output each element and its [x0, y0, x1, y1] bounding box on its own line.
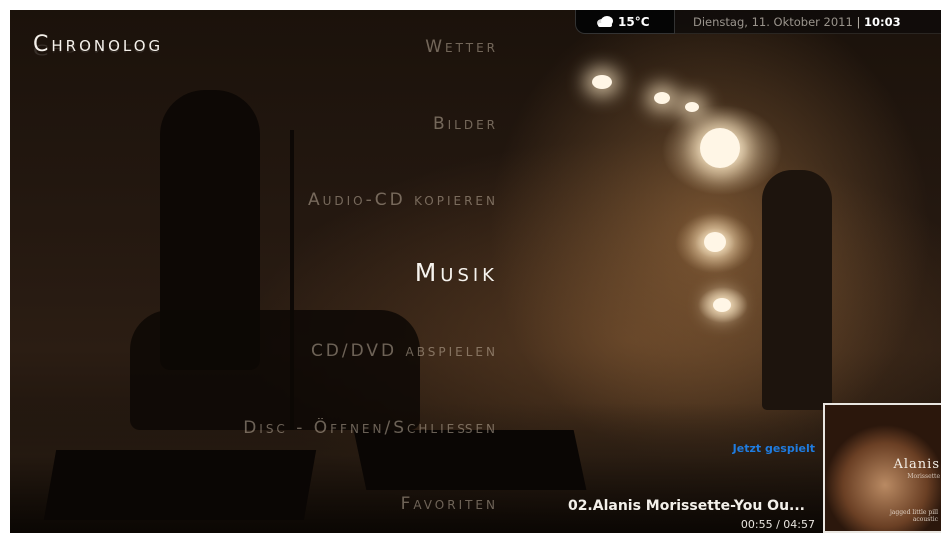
- media-center-screen: Chronolog Chronolog Wetter Bilder Audio-…: [10, 10, 941, 533]
- stage-light-6: [713, 298, 731, 312]
- temperature: 15°C: [618, 15, 650, 29]
- drum-kit: [130, 310, 420, 430]
- album-art-artist: Alanis: [893, 457, 940, 472]
- album-art-album: Morissette: [907, 473, 940, 480]
- menu-item-bilder[interactable]: Bilder: [433, 114, 498, 134]
- stage-light-3: [685, 102, 699, 112]
- stage-light-5: [704, 232, 726, 252]
- time: 10:03: [864, 15, 901, 29]
- date: Dienstag, 11. Oktober 2011: [693, 15, 853, 29]
- album-art[interactable]: Alanis Morissette jagged little pill aco…: [823, 403, 941, 533]
- track-duration: 04:57: [783, 518, 815, 531]
- cloud-icon: [597, 16, 613, 27]
- status-bar: 15°C Dienstag, 11. Oktober 2011 | 10:03: [575, 10, 941, 34]
- stage-light-1: [592, 75, 612, 89]
- now-playing-label: Jetzt gespielt: [732, 442, 815, 455]
- date-time-separator: |: [856, 15, 861, 29]
- now-playing-time: 00:55 / 04:57: [625, 518, 815, 531]
- stage-light-2: [654, 92, 670, 104]
- menu-item-disc-oeffnen-schliessen[interactable]: Disc - Öffnen/Schließen: [198, 418, 498, 438]
- clock-widget: Dienstag, 11. Oktober 2011 | 10:03: [675, 10, 941, 34]
- menu-item-wetter[interactable]: Wetter: [425, 37, 498, 57]
- menu-item-favoriten[interactable]: Favoriten: [401, 494, 498, 514]
- album-art-footer: jagged little pill acoustic: [890, 509, 938, 523]
- stage-light-4: [700, 128, 740, 168]
- menu-item-audio-cd-kopieren[interactable]: Audio-CD kopieren: [308, 190, 498, 210]
- menu-item-cd-dvd-abspielen[interactable]: CD/DVD abspielen: [311, 341, 498, 361]
- menu-item-musik[interactable]: Musik: [415, 258, 498, 287]
- album-art-footer-line2: acoustic: [912, 516, 938, 523]
- keyboardist-silhouette: [762, 170, 832, 410]
- datetime: Dienstag, 11. Oktober 2011 | 10:03: [693, 15, 901, 29]
- weather-widget[interactable]: 15°C: [575, 10, 675, 34]
- stage-monitor-left: [43, 450, 317, 520]
- time-separator: /: [776, 518, 780, 531]
- stage-monitor-center: [353, 430, 587, 490]
- album-art-footer-line1: jagged little pill: [889, 509, 938, 516]
- now-playing-track[interactable]: 02.Alanis Morissette-You Ou...: [525, 498, 805, 514]
- elapsed-time: 00:55: [740, 518, 773, 531]
- app-title-reflection: Chronolog: [33, 40, 164, 59]
- screenshot-frame: Chronolog Chronolog Wetter Bilder Audio-…: [0, 0, 951, 543]
